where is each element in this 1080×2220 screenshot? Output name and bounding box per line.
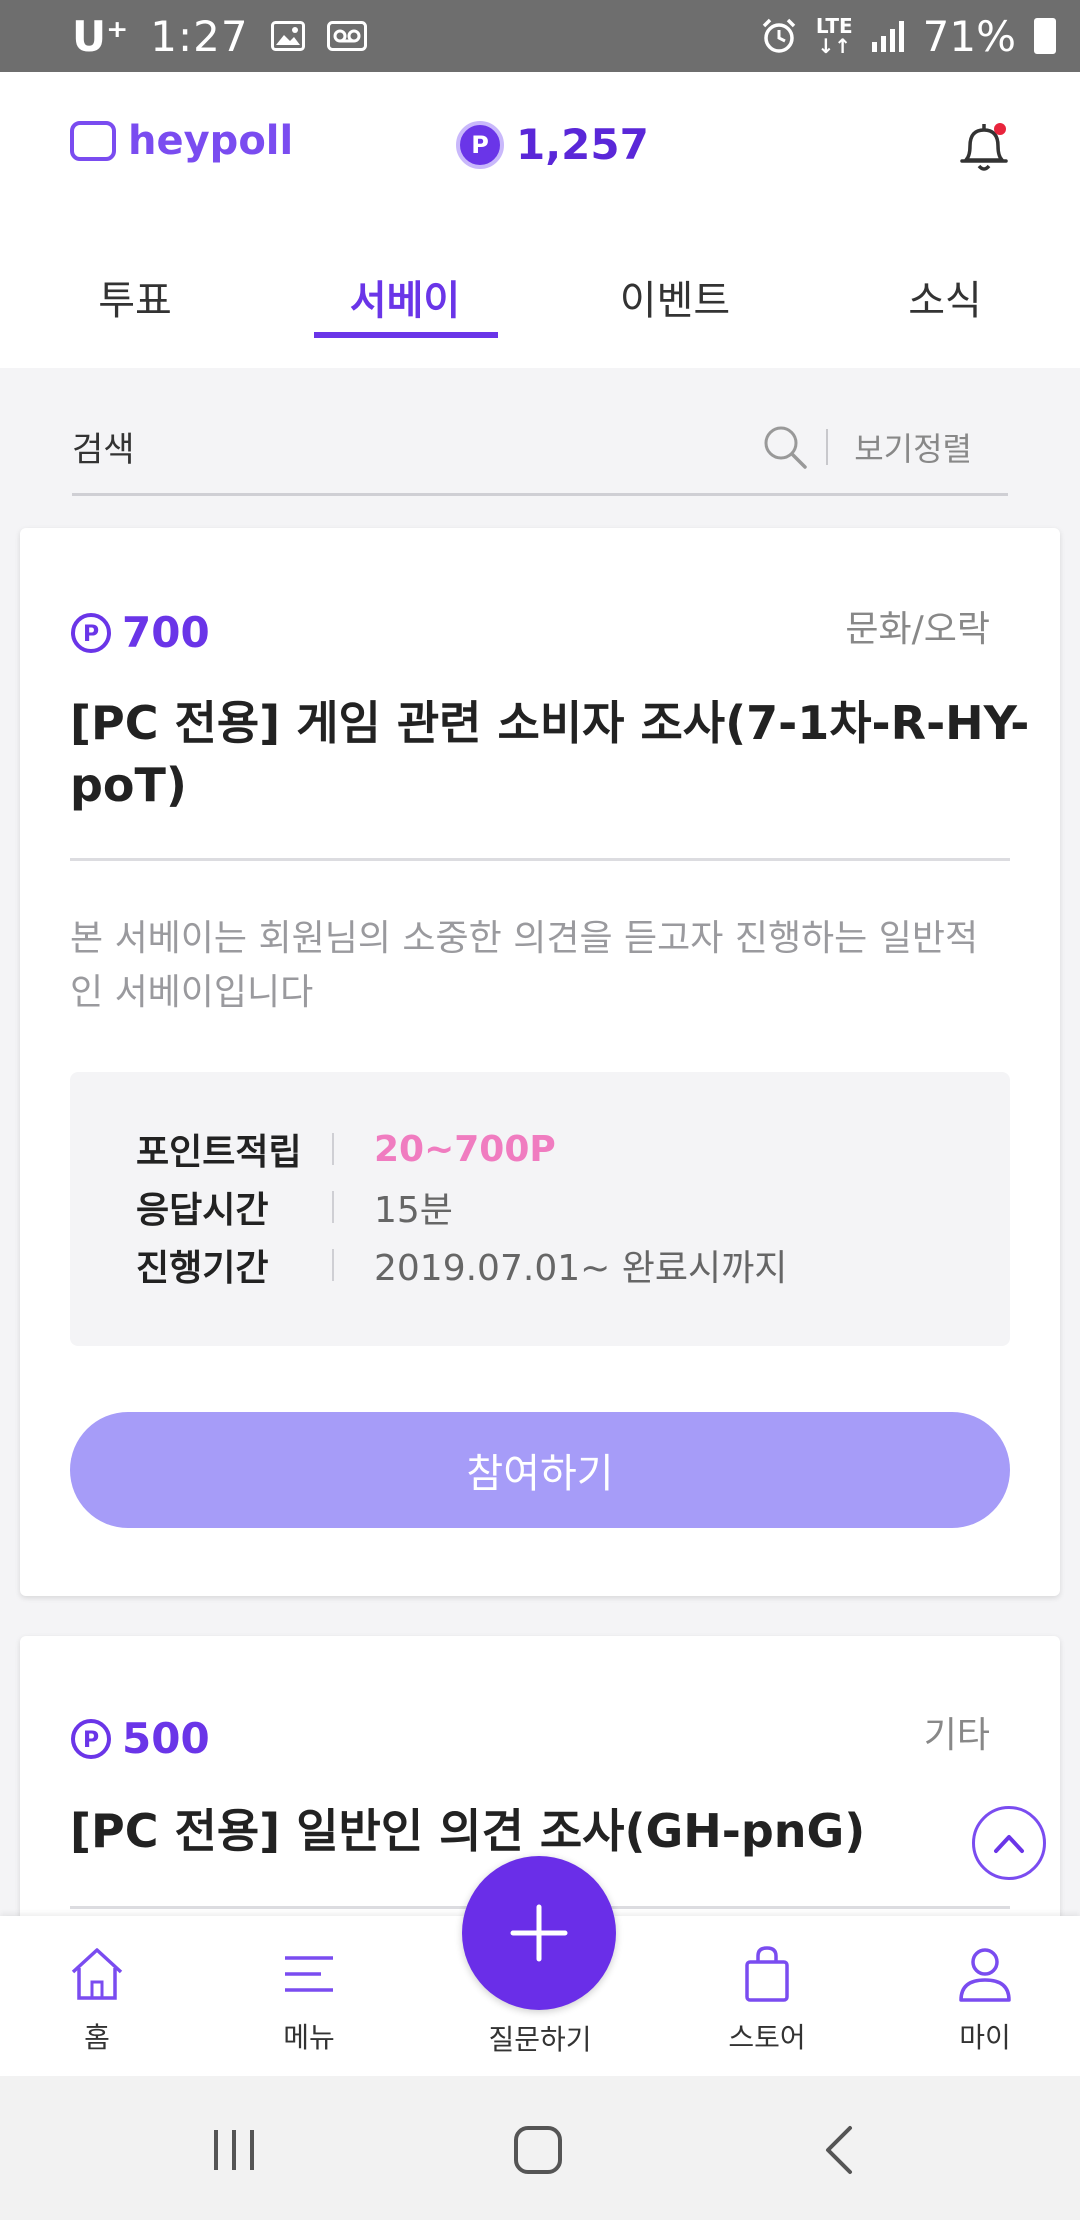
nav-label: 홈 [84,2021,110,2054]
info-value: 20~700P [374,1128,556,1170]
search-divider [826,428,829,465]
survey-points-value: 700 [122,608,210,657]
recent-apps-icon[interactable] [204,2122,264,2178]
survey-points: P 500 [70,1714,210,1763]
lte-arrows: ↓↑ [817,34,852,58]
info-label: 포인트적립 [136,1132,302,1173]
app-header: heypoll P 1,257 투표 서베이 이벤트 소식 [0,72,1080,368]
survey-info-box: 포인트적립 20~700P 응답시간 15분 진행기간 2019.07.01~ … [70,1072,1010,1346]
info-label: 진행기간 [136,1248,269,1289]
battery-percent: 71% [922,11,1016,61]
back-icon[interactable] [810,2122,870,2178]
search-bar: 검색 보기정렬 [72,400,1008,496]
lte-label: LTE [815,14,853,38]
survey-category: 기타 [923,1715,990,1756]
tab-survey[interactable]: 서베이 [270,242,540,368]
app-logo[interactable]: heypoll [70,118,293,164]
clock: 1:27 [150,11,249,61]
screen: U⁺ 1:27 LTE ↓↑ 71% heypoll P 1,257 투표 서베… [0,0,1080,2220]
alarm-icon [762,18,796,53]
info-row-points: 포인트적립 20~700P [136,1120,1010,1178]
ask-question-label: 질문하기 [488,2023,592,2056]
survey-card: P 700 문화/오락 [PC 전용] 게임 관련 소비자 조사(7-1차-R-… [20,528,1060,1596]
search-input[interactable]: 검색 [72,422,762,471]
info-row-time: 응답시간 15분 [136,1178,1010,1236]
nav-menu[interactable]: 메뉴 [234,1944,384,2056]
tab-vote[interactable]: 투표 [0,242,270,368]
status-bar: U⁺ 1:27 LTE ↓↑ 71% [0,0,1080,72]
info-label: 응답시간 [136,1190,269,1231]
survey-points-value: 500 [122,1714,210,1763]
nav-label: 마이 [959,2021,1011,2054]
tab-news[interactable]: 소식 [810,242,1080,368]
survey-points: P 700 [70,608,210,657]
logo-text: heypoll [128,118,294,164]
survey-description: 본 서베이는 회원님의 소중한 의견을 듣고자 진행하는 일반적인 서베이입니다 [70,918,979,1013]
svg-text:P: P [83,622,99,647]
logo-mark-icon [70,121,116,161]
ask-question-button[interactable] [462,1856,616,2010]
shopping-bag-icon [745,1946,789,2002]
carrier-label: U⁺ [72,11,129,61]
user-icon [959,1948,1011,2002]
card-divider [70,858,1010,861]
home-button-icon[interactable] [508,2122,568,2178]
voicemail-icon [326,21,367,51]
participate-button[interactable]: 참여하기 [70,1412,1010,1528]
survey-title[interactable]: [PC 전용] 게임 관련 소비자 조사(7-1차-R-HY-poT) [70,692,1030,816]
image-notification-icon [270,21,305,51]
bell-icon[interactable] [952,116,1016,180]
nav-my[interactable]: 마이 [910,1944,1060,2056]
point-icon: P [71,1718,111,1759]
points-value: 1,257 [516,120,649,169]
chevron-up-icon [994,1835,1024,1853]
svg-text:P: P [83,1728,99,1753]
tab-event[interactable]: 이벤트 [540,242,810,368]
info-separator [332,1249,334,1281]
info-row-period: 진행기간 2019.07.01~ 완료시까지 [136,1236,1010,1294]
plus-icon [510,1904,568,1962]
nav-label: 스토어 [728,2021,806,2054]
battery-icon [1034,18,1056,54]
point-coin-icon: P [456,120,504,169]
sort-button[interactable]: 보기정렬 [854,424,972,470]
scroll-to-top-button[interactable] [972,1806,1046,1880]
info-value: 15분 [374,1190,453,1231]
main-tabs: 투표 서베이 이벤트 소식 [0,242,1080,368]
menu-icon [285,1956,333,1992]
search-icon[interactable] [762,424,808,470]
signal-icon [871,21,904,52]
points-balance[interactable]: P 1,257 [456,120,649,169]
nav-label: 메뉴 [283,2021,335,2054]
system-nav-bar [0,2076,1080,2220]
info-separator [332,1133,334,1165]
nav-home[interactable]: 홈 [22,1944,172,2056]
info-value: 2019.07.01~ 완료시까지 [374,1248,788,1289]
point-icon: P [71,612,111,653]
survey-title[interactable]: [PC 전용] 일반인 의견 조사(GH-pnG) [70,1800,1030,1862]
info-separator [332,1191,334,1223]
lte-indicator: LTE ↓↑ [816,16,853,56]
nav-store[interactable]: 스토어 [692,1944,842,2056]
survey-category: 문화/오락 [845,609,990,650]
home-icon [71,1948,123,2000]
